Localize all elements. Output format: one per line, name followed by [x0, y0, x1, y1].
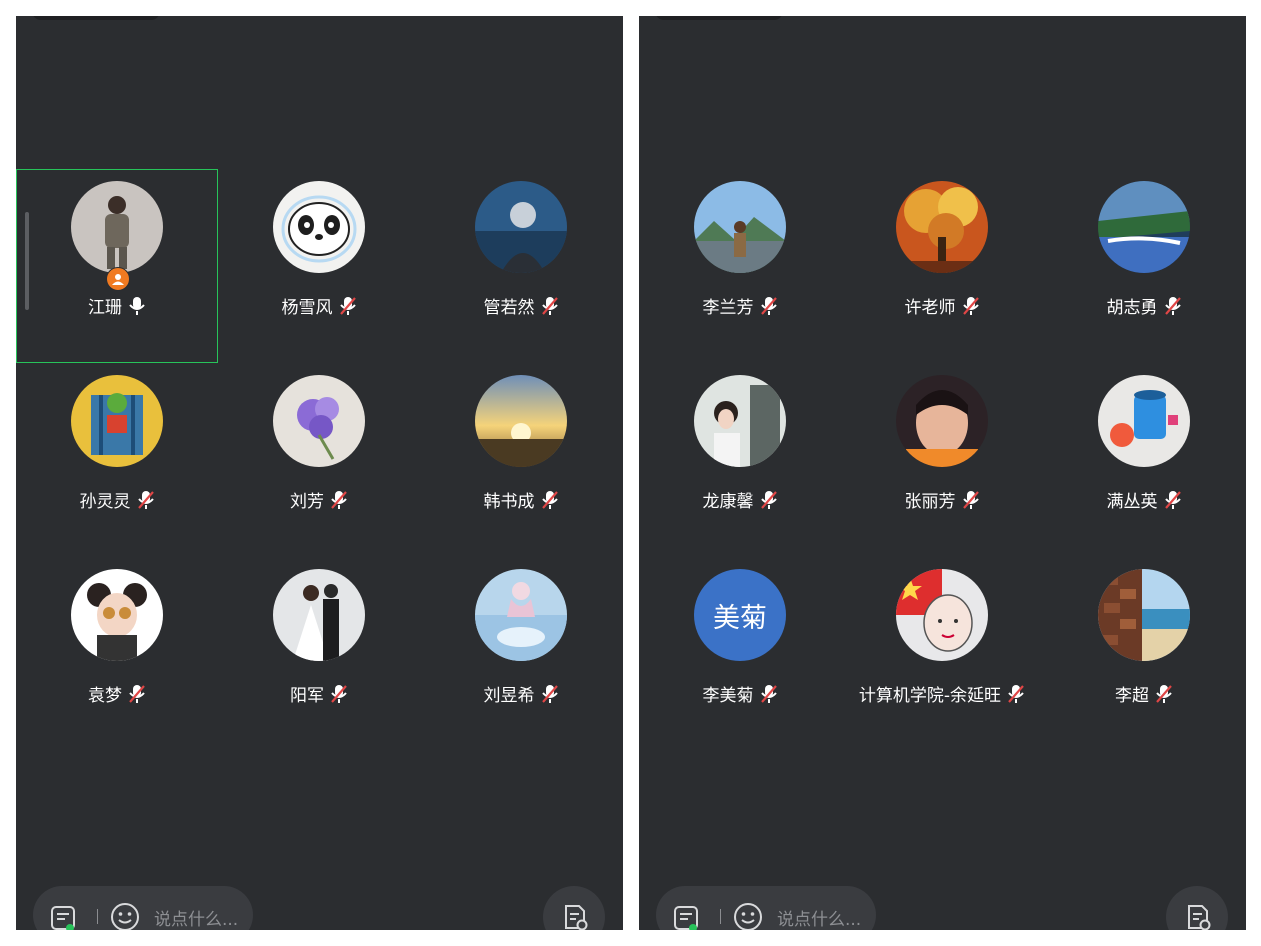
avatar[interactable]: [475, 181, 567, 273]
top-pill: [655, 16, 783, 20]
emoji-icon[interactable]: [109, 901, 141, 930]
participant-tile[interactable]: 韩书成: [420, 363, 622, 557]
participant-name: 许老师: [904, 298, 956, 318]
participant-tile[interactable]: 计算机学院-余延旺: [841, 557, 1043, 751]
participant-name-row: 李超: [1003, 681, 1246, 706]
participant-tile[interactable]: 袁梦: [16, 557, 218, 751]
avatar[interactable]: [475, 375, 567, 467]
microphone-muted-icon: [339, 296, 357, 316]
document-icon: [1184, 903, 1212, 930]
document-button[interactable]: [1166, 886, 1228, 930]
microphone-muted-icon: [962, 490, 980, 510]
participant-tile[interactable]: 阳军: [218, 557, 420, 751]
participant-name: 袁梦: [88, 686, 122, 706]
avatar[interactable]: [694, 375, 786, 467]
avatar[interactable]: [475, 569, 567, 661]
participant-name: 张丽芳: [904, 492, 956, 512]
microphone-muted-icon: [1164, 490, 1182, 510]
participant-grid-panel-left: 江珊 杨雪风 管若然孙灵灵 刘芳 韩书成袁梦 阳军 刘昱希 说点什么...: [16, 16, 623, 930]
participant-name: 李美菊: [702, 686, 754, 706]
participant-name: 阳军: [290, 686, 324, 706]
emoji-icon[interactable]: [732, 901, 764, 930]
avatar[interactable]: [694, 181, 786, 273]
participant-grid-panel-right: 李兰芳 许老师 胡志勇 龙康馨 张丽芳 满丛英 美菊 李美菊 计算机学院-余延旺 李超 说点什么.…: [639, 16, 1246, 930]
avatar[interactable]: [896, 375, 988, 467]
participant-name: 李兰芳: [702, 298, 754, 318]
avatar[interactable]: [273, 181, 365, 273]
microphone-muted-icon: [128, 684, 146, 704]
microphone-muted-icon: [137, 490, 155, 510]
microphone-muted-icon: [541, 296, 559, 316]
avatar-initials: 美菊: [694, 569, 786, 661]
avatar[interactable]: [896, 181, 988, 273]
microphone-muted-icon: [760, 296, 778, 316]
chat-input-bar[interactable]: 说点什么...: [33, 886, 253, 930]
participant-name: 江珊: [88, 298, 122, 318]
participant-name: 刘昱希: [483, 686, 535, 706]
avatar[interactable]: [71, 181, 163, 273]
participant-name-row: 管若然: [380, 293, 623, 318]
microphone-muted-icon: [330, 490, 348, 510]
participant-tile[interactable]: 杨雪风: [218, 169, 420, 363]
avatar[interactable]: [896, 569, 988, 661]
chat-placeholder[interactable]: 说点什么...: [777, 905, 861, 930]
participant-tile[interactable]: 孙灵灵: [16, 363, 218, 557]
participant-name: 满丛英: [1106, 492, 1158, 512]
participant-name: 孙灵灵: [79, 492, 131, 512]
chat-list-icon[interactable]: [672, 904, 700, 930]
participant-name-row: 胡志勇: [1003, 293, 1246, 318]
participant-name: 管若然: [483, 298, 535, 318]
participant-tile[interactable]: 管若然: [420, 169, 622, 363]
participant-tile[interactable]: 满丛英: [1043, 363, 1245, 557]
avatar[interactable]: [1098, 181, 1190, 273]
avatar[interactable]: [273, 569, 365, 661]
participant-name-row: 韩书成: [380, 487, 623, 512]
bar-divider: [720, 909, 721, 924]
participant-name: 韩书成: [483, 492, 535, 512]
microphone-muted-icon: [541, 684, 559, 704]
avatar[interactable]: 美菊: [694, 569, 786, 661]
participant-tile[interactable]: 李超: [1043, 557, 1245, 751]
participant-tile[interactable]: 李兰芳: [639, 169, 841, 363]
participant-tile[interactable]: 许老师: [841, 169, 1043, 363]
participant-tile[interactable]: 江珊: [16, 169, 218, 363]
microphone-muted-icon: [962, 296, 980, 316]
participant-name-row: 刘昱希: [380, 681, 623, 706]
participant-name: 杨雪风: [281, 298, 333, 318]
participant-tile[interactable]: 美菊李美菊: [639, 557, 841, 751]
microphone-muted-icon: [760, 684, 778, 704]
participant-name: 刘芳: [290, 492, 324, 512]
chat-placeholder[interactable]: 说点什么...: [154, 905, 238, 930]
avatar[interactable]: [1098, 569, 1190, 661]
microphone-muted-icon: [760, 490, 778, 510]
avatar[interactable]: [71, 375, 163, 467]
participant-tile[interactable]: 张丽芳: [841, 363, 1043, 557]
chat-input-bar[interactable]: 说点什么...: [656, 886, 876, 930]
document-icon: [561, 903, 589, 930]
participant-name: 李超: [1115, 686, 1149, 706]
microphone-muted-icon: [1164, 296, 1182, 316]
microphone-muted-icon: [1155, 684, 1173, 704]
avatar[interactable]: [1098, 375, 1190, 467]
document-button[interactable]: [543, 886, 605, 930]
participant-name: 胡志勇: [1106, 298, 1158, 318]
chat-list-icon[interactable]: [49, 904, 77, 930]
microphone-muted-icon: [330, 684, 348, 704]
bar-divider: [97, 909, 98, 924]
avatar[interactable]: [71, 569, 163, 661]
participant-name: 计算机学院-余延旺: [858, 686, 1002, 706]
participant-tile[interactable]: 龙康馨: [639, 363, 841, 557]
microphone-icon: [128, 296, 146, 316]
top-pill: [32, 16, 160, 20]
microphone-muted-icon: [541, 490, 559, 510]
host-badge-icon: [106, 267, 130, 291]
participant-name: 龙康馨: [702, 492, 754, 512]
participant-tile[interactable]: 刘昱希: [420, 557, 622, 751]
participant-tile[interactable]: 胡志勇: [1043, 169, 1245, 363]
participant-name-row: 满丛英: [1003, 487, 1246, 512]
avatar[interactable]: [273, 375, 365, 467]
participant-tile[interactable]: 刘芳: [218, 363, 420, 557]
